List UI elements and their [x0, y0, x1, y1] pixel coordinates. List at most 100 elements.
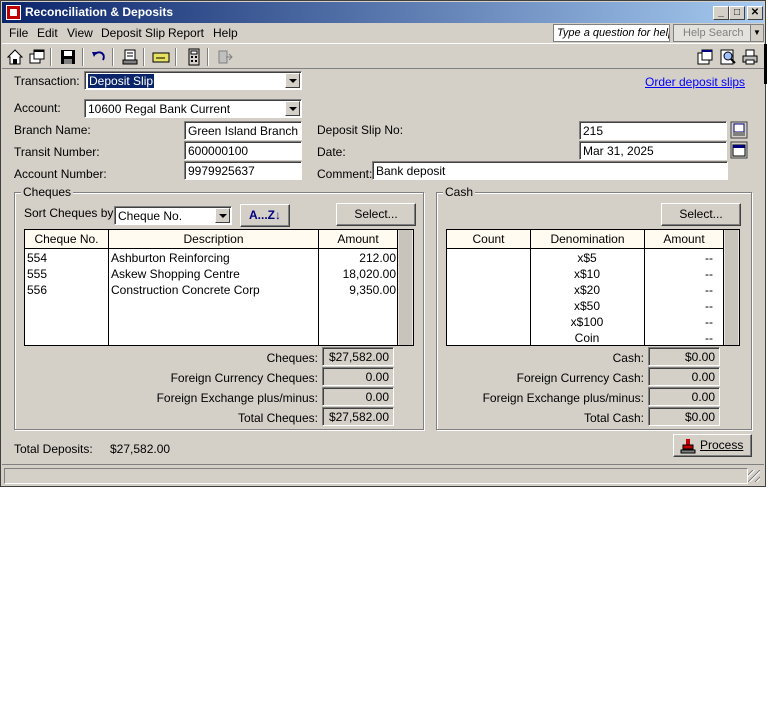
- app-icon[interactable]: [6, 5, 21, 20]
- toolbar-separator: [112, 48, 114, 66]
- status-pane: [4, 468, 748, 484]
- scrollbar-thumb[interactable]: [399, 230, 412, 345]
- title-bar[interactable]: Reconciliation & Deposits _ □ ✕: [2, 2, 764, 23]
- print-icon[interactable]: [741, 48, 759, 66]
- menu-help[interactable]: Help: [213, 26, 238, 40]
- calculator-icon[interactable]: [185, 48, 203, 66]
- menu-edit[interactable]: Edit: [37, 26, 58, 40]
- column-header-denomination[interactable]: Denomination: [531, 230, 645, 249]
- resize-grip[interactable]: [748, 470, 760, 482]
- preview-icon[interactable]: [719, 48, 737, 66]
- total-cheques-label: Total Cheques:: [237, 411, 318, 425]
- cash-grid[interactable]: Count Denomination Amount x$5 -- x$10 --…: [446, 229, 740, 346]
- sort-az-button[interactable]: A...Z↓: [240, 204, 290, 227]
- branch-name-field[interactable]: Green Island Branch: [184, 121, 302, 140]
- order-deposit-slips-link[interactable]: Order deposit slips: [645, 75, 745, 89]
- transfer-icon[interactable]: [216, 48, 234, 66]
- menu-file[interactable]: File: [9, 26, 28, 40]
- foreign-currency-cheques-value: 0.00: [322, 367, 394, 386]
- denomination-cell: x$100: [570, 315, 604, 329]
- windows-icon[interactable]: [28, 48, 46, 66]
- count-cell[interactable]: [449, 330, 527, 345]
- count-cell[interactable]: [449, 282, 527, 298]
- slip-lookup-icon[interactable]: [730, 121, 748, 139]
- cash-scrollbar[interactable]: [723, 230, 739, 345]
- cheques-select-button[interactable]: Select...: [336, 203, 416, 226]
- branch-name-label: Branch Name:: [14, 123, 91, 137]
- new-window-icon[interactable]: [696, 48, 714, 66]
- foreign-currency-cash-label: Foreign Currency Cash:: [516, 371, 644, 385]
- column-header-description[interactable]: Description: [109, 230, 319, 249]
- count-cell[interactable]: [449, 298, 527, 314]
- status-bar: [2, 464, 764, 485]
- deposit-slip-no-field[interactable]: 215: [579, 121, 727, 140]
- account-number-label: Account Number:: [14, 167, 107, 181]
- chevron-down-icon[interactable]: [215, 208, 230, 223]
- cheque-no-cell: 556: [27, 283, 48, 297]
- cheques-group-title: Cheques: [21, 185, 74, 199]
- description-cell: Ashburton Reinforcing: [111, 251, 230, 265]
- minimize-button[interactable]: _: [713, 6, 729, 20]
- deposit-icon[interactable]: [121, 48, 139, 66]
- cheque-icon[interactable]: [152, 48, 170, 66]
- total-deposits-label: Total Deposits:: [14, 442, 93, 456]
- column-header-amount[interactable]: Amount: [645, 230, 724, 249]
- column-header-count[interactable]: Count: [447, 230, 531, 249]
- undo-icon[interactable]: [90, 48, 108, 66]
- column-divider: [108, 230, 109, 345]
- chevron-down-icon[interactable]: ▼: [750, 25, 763, 41]
- denomination-cell: Coin: [574, 331, 600, 345]
- sort-cheques-select[interactable]: Cheque No.: [114, 206, 232, 225]
- cash-select-button[interactable]: Select...: [661, 203, 741, 226]
- toolbar-separator: [50, 48, 52, 66]
- transaction-select[interactable]: Deposit Slip: [84, 71, 302, 90]
- description-cell: Askew Shopping Centre: [111, 267, 240, 281]
- help-question-input[interactable]: Type a question for help: [553, 24, 670, 42]
- help-search-combo[interactable]: Help Search ▼: [673, 24, 764, 42]
- process-label: Process: [700, 438, 744, 452]
- scrollbar-thumb[interactable]: [725, 230, 738, 345]
- denomination-cell: x$20: [573, 283, 601, 297]
- process-button[interactable]: Process: [673, 434, 752, 457]
- comment-field[interactable]: Bank deposit: [372, 161, 728, 180]
- denomination-cell: x$5: [577, 251, 597, 265]
- help-search-label: Help Search: [683, 27, 744, 39]
- foreign-currency-cash-value: 0.00: [648, 367, 720, 386]
- chevron-down-icon[interactable]: [285, 101, 300, 116]
- cash-subtotal-label: Cash:: [612, 351, 644, 365]
- date-field[interactable]: Mar 31, 2025: [579, 141, 727, 160]
- maximize-button[interactable]: □: [729, 6, 745, 20]
- save-icon[interactable]: [59, 48, 77, 66]
- denomination-cell: x$50: [573, 299, 601, 313]
- cash-subtotal-value: $0.00: [648, 347, 720, 366]
- cheques-grid[interactable]: Cheque No. Description Amount 554 Ashbur…: [24, 229, 414, 346]
- account-value: 10600 Regal Bank Current: [88, 102, 231, 116]
- cheques-scrollbar[interactable]: [397, 230, 413, 345]
- deposit-slip-no-label: Deposit Slip No:: [317, 123, 404, 137]
- column-header-amount[interactable]: Amount: [319, 230, 398, 249]
- column-header-cheque-no[interactable]: Cheque No.: [25, 230, 109, 249]
- amount-cell: --: [705, 251, 713, 265]
- count-cell[interactable]: [449, 250, 527, 266]
- menu-deposit-slip[interactable]: Deposit Slip: [101, 26, 165, 40]
- account-select[interactable]: 10600 Regal Bank Current: [84, 99, 302, 118]
- amount-cell: 9,350.00: [349, 283, 396, 297]
- menu-view[interactable]: View: [67, 26, 93, 40]
- calendar-icon[interactable]: [730, 141, 748, 159]
- menu-report[interactable]: Report: [168, 26, 204, 40]
- count-cell[interactable]: [449, 314, 527, 330]
- sort-cheques-value: Cheque No.: [118, 209, 183, 223]
- amount-cell: --: [705, 331, 713, 345]
- account-number-field[interactable]: 9979925637: [184, 161, 302, 180]
- denomination-cell: x$10: [573, 267, 601, 281]
- menu-bar: File Edit View Deposit Slip Report Help …: [2, 23, 764, 43]
- cheques-fx-value: 0.00: [322, 387, 394, 406]
- home-icon[interactable]: [6, 48, 24, 66]
- toolbar: [2, 43, 764, 69]
- date-label: Date:: [317, 145, 346, 159]
- arrow-down-icon: ↓: [275, 208, 281, 222]
- count-cell[interactable]: [449, 266, 527, 282]
- transit-number-field[interactable]: 600000100: [184, 141, 302, 160]
- close-button[interactable]: ✕: [747, 6, 763, 20]
- chevron-down-icon[interactable]: [285, 73, 300, 88]
